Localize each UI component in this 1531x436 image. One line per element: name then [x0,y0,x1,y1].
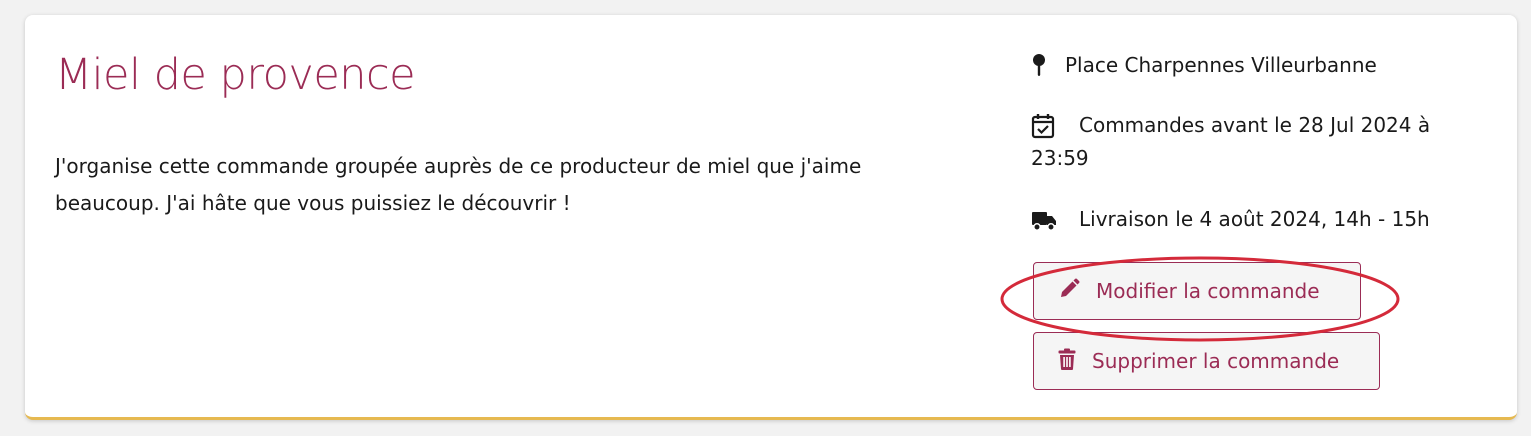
pencil-icon [1058,278,1080,305]
delete-order-button[interactable]: Supprimer la commande [1033,332,1380,390]
order-card: Miel de provence J'organise cette comman… [25,15,1517,420]
order-description: J'organise cette commande groupée auprès… [55,154,862,215]
page-title: Miel de provence [55,50,416,100]
truck-icon [1031,209,1057,242]
deadline-text: Commandes avant le 28 Jul 2024 à 23:59 [1031,113,1431,170]
delete-order-label: Supprimer la commande [1092,349,1340,373]
location-text: Place Charpennes Villeurbanne [1065,53,1377,77]
location-info: Place Charpennes Villeurbanne [1031,49,1471,87]
edit-order-button[interactable]: Modifier la commande [1033,262,1361,320]
delivery-info: Livraison le 4 août 2024, 14h - 15h [1031,203,1471,242]
calendar-check-icon [1031,113,1055,149]
edit-order-label: Modifier la commande [1096,279,1320,303]
trash-icon [1058,348,1076,375]
deadline-info: Commandes avant le 28 Jul 2024 à 23:59 [1031,109,1471,175]
delivery-text: Livraison le 4 août 2024, 14h - 15h [1079,207,1430,231]
map-pin-icon [1031,53,1051,87]
